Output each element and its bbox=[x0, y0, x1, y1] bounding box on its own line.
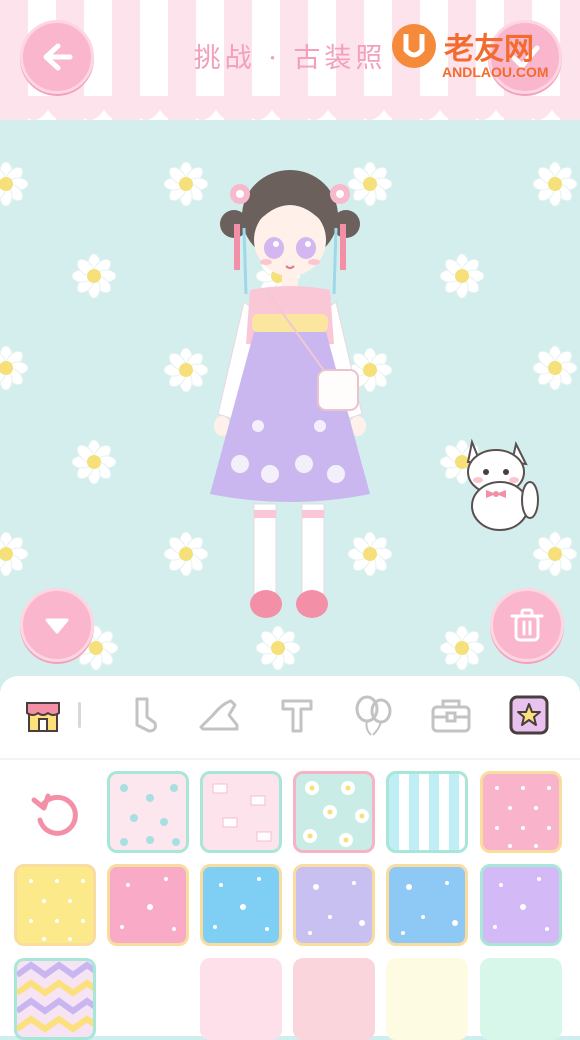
swatch-pink-envelopes[interactable] bbox=[200, 771, 282, 853]
tab-text[interactable] bbox=[274, 692, 320, 738]
trash-icon bbox=[510, 608, 544, 642]
swatch-blue-white-stripes[interactable] bbox=[386, 771, 468, 853]
background-star-icon bbox=[509, 695, 549, 735]
collapse-button[interactable] bbox=[20, 588, 94, 662]
lavender-star-pattern bbox=[308, 881, 365, 935]
tab-balloons[interactable] bbox=[350, 692, 396, 738]
pink-sparkle-pattern bbox=[120, 877, 176, 931]
text-icon bbox=[281, 699, 313, 733]
tabs-divider bbox=[0, 758, 580, 760]
swatch-light-pink[interactable] bbox=[200, 958, 282, 1040]
rose-pattern bbox=[120, 784, 180, 846]
polka-pattern bbox=[495, 786, 551, 848]
tab-backgrounds[interactable] bbox=[506, 692, 552, 738]
triangle-down-icon bbox=[45, 618, 69, 634]
swatch-blue-stars[interactable] bbox=[386, 864, 468, 946]
swatch-pink-rose-dots[interactable] bbox=[107, 771, 189, 853]
balloon-icon bbox=[355, 695, 392, 736]
swatch-blue-sparkle[interactable] bbox=[200, 864, 282, 946]
blue-star-pattern bbox=[401, 881, 458, 935]
shop-icon bbox=[26, 702, 60, 732]
sock-icon bbox=[135, 697, 157, 733]
tab-bags[interactable] bbox=[428, 692, 474, 738]
chevron-pattern bbox=[17, 961, 93, 1033]
swatch-lavender-stars[interactable] bbox=[293, 864, 375, 946]
reset-button[interactable] bbox=[28, 786, 84, 842]
swatch-pink-sparkle[interactable] bbox=[107, 864, 189, 946]
dressup-character[interactable] bbox=[200, 164, 380, 634]
swatch-mint[interactable] bbox=[480, 958, 562, 1040]
swatch-yellow-polka[interactable] bbox=[14, 864, 96, 946]
bag-icon bbox=[431, 699, 471, 733]
category-tabs bbox=[0, 676, 580, 758]
blue-sparkle-pattern bbox=[213, 877, 269, 931]
purple-sparkle-pattern bbox=[493, 877, 549, 931]
envelope-pattern bbox=[212, 783, 272, 842]
swatch-pastel-chevron[interactable] bbox=[14, 958, 96, 1040]
tab-shop[interactable] bbox=[20, 692, 66, 738]
wardrobe-panel bbox=[0, 676, 580, 1040]
back-button[interactable] bbox=[20, 20, 94, 94]
shoe-icon bbox=[199, 699, 239, 731]
scroll-indicator bbox=[78, 702, 81, 728]
swatch-pink-polka[interactable] bbox=[480, 771, 562, 853]
refresh-icon bbox=[31, 793, 78, 836]
watermark-domain: ANDLAOU.COM bbox=[442, 64, 549, 80]
swatch-soft-pink[interactable] bbox=[293, 958, 375, 1040]
tab-shoes[interactable] bbox=[196, 692, 242, 738]
swatch-mint-daisies[interactable] bbox=[293, 771, 375, 853]
cat-pet[interactable] bbox=[460, 436, 540, 532]
watermark-brand: 老友网 bbox=[444, 32, 534, 67]
trash-button[interactable] bbox=[490, 588, 564, 662]
yellow-polka-pattern bbox=[29, 879, 85, 941]
arrow-left-icon bbox=[43, 43, 73, 71]
tab-socks[interactable] bbox=[118, 692, 164, 738]
swatch-purple-sparkle[interactable] bbox=[480, 864, 562, 946]
daisy-swatch-pattern bbox=[303, 781, 369, 847]
swatch-cream[interactable] bbox=[386, 958, 468, 1040]
